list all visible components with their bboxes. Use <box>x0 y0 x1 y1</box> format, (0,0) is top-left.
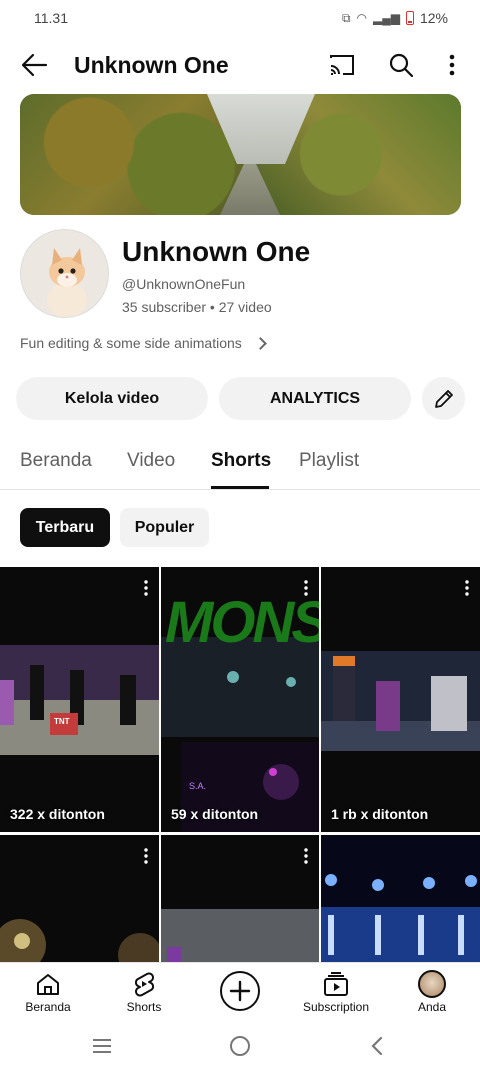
filter-chip-popular[interactable]: Populer <box>120 508 209 547</box>
channel-handle: @UnknownOneFun <box>122 276 246 292</box>
thumbnail-title-text: MONSTE <box>165 590 319 655</box>
manage-videos-button[interactable]: Kelola video <box>16 377 208 420</box>
recent-apps-icon[interactable] <box>90 1034 114 1058</box>
nav-home-label: Beranda <box>25 1000 71 1014</box>
short-view-count: 1 rb x ditonton <box>331 806 429 822</box>
channel-description-text: Fun editing & some side animations <box>20 335 242 351</box>
nav-shorts[interactable]: Shorts <box>96 963 192 1021</box>
short-item[interactable]: 1 rb x ditonton <box>321 567 480 832</box>
channel-tabs: Beranda Video Shorts Playlist <box>0 440 480 490</box>
more-vert-icon[interactable] <box>444 52 460 78</box>
subscriptions-icon <box>324 972 348 996</box>
create-button[interactable] <box>220 971 260 1011</box>
search-icon[interactable] <box>388 52 414 78</box>
active-tab-indicator <box>211 486 269 489</box>
channel-avatar[interactable] <box>20 229 109 318</box>
short-thumbnail <box>0 645 159 755</box>
short-view-count: 322 x ditonton <box>10 806 105 822</box>
home-icon <box>37 974 59 995</box>
short-thumbnail <box>161 909 319 963</box>
cast-icon[interactable] <box>328 52 356 78</box>
tab-beranda[interactable]: Beranda <box>20 450 92 472</box>
thumbnail-badge: S.A. <box>189 781 207 791</box>
channel-banner <box>20 94 461 215</box>
nav-subscriptions-label: Subscription <box>302 1000 370 1014</box>
tab-video[interactable]: Video <box>127 450 175 472</box>
channel-description[interactable]: Fun editing & some side animations <box>20 335 267 351</box>
more-vert-icon[interactable] <box>303 579 309 597</box>
status-bar: 11.31 ⧉ ◠ ▂▄▆ 12% <box>0 0 480 36</box>
nav-you[interactable]: Anda <box>384 963 480 1021</box>
shorts-grid: TNT 322 x ditonton MONSTE S.A. 59 x dito… <box>0 567 480 963</box>
wifi-icon: ◠ <box>356 11 367 25</box>
top-app-bar: Unknown One <box>0 40 480 90</box>
short-item[interactable] <box>321 835 480 963</box>
short-item[interactable] <box>161 835 319 963</box>
short-item[interactable]: MONSTE S.A. 59 x ditonton <box>161 567 319 832</box>
chevron-right-icon <box>253 336 267 350</box>
status-time: 11.31 <box>34 10 68 26</box>
cat-avatar-image <box>21 230 108 317</box>
thumbnail-label: TNT <box>54 717 70 726</box>
back-arrow-icon[interactable] <box>20 52 48 78</box>
battery-icon <box>405 11 414 25</box>
short-view-count: 59 x ditonton <box>171 806 259 822</box>
bottom-navigation: Beranda Shorts Subscription Anda <box>0 962 480 1020</box>
more-vert-icon[interactable] <box>143 579 149 597</box>
status-icons: ⧉ ◠ ▂▄▆ 12% <box>342 10 448 26</box>
short-thumbnail <box>0 875 159 963</box>
vibrate-icon: ⧉ <box>341 10 351 25</box>
analytics-button[interactable]: ANALYTICS <box>219 377 411 420</box>
battery-level: 12% <box>419 10 448 26</box>
tab-playlist[interactable]: Playlist <box>299 450 359 472</box>
signal-icon: ▂▄▆ <box>373 11 400 25</box>
system-back-icon[interactable] <box>366 1034 390 1058</box>
short-item[interactable]: TNT 322 x ditonton <box>0 567 159 832</box>
account-avatar <box>418 970 446 998</box>
home-circle-icon[interactable] <box>228 1034 252 1058</box>
short-thumbnail <box>321 651 480 751</box>
tab-shorts[interactable]: Shorts <box>211 450 271 472</box>
plus-icon <box>229 980 251 1002</box>
channel-name: Unknown One <box>122 236 311 267</box>
nav-you-label: Anda <box>417 1000 447 1014</box>
more-vert-icon[interactable] <box>303 847 309 865</box>
short-thumbnail <box>321 835 480 963</box>
short-item[interactable] <box>0 835 159 963</box>
more-vert-icon[interactable] <box>464 579 470 597</box>
nav-shorts-label: Shorts <box>126 1000 162 1014</box>
shorts-icon <box>134 972 155 997</box>
page-title: Unknown One <box>74 52 229 78</box>
nav-home[interactable]: Beranda <box>0 963 96 1021</box>
pencil-icon <box>434 389 453 408</box>
edit-channel-button[interactable] <box>422 377 465 420</box>
nav-subscriptions[interactable]: Subscription <box>288 963 384 1021</box>
system-navigation-bar <box>0 1020 480 1072</box>
avatar-icon <box>418 970 446 998</box>
filter-chip-latest[interactable]: Terbaru <box>20 508 110 547</box>
channel-stats: 35 subscriber • 27 video <box>122 299 272 315</box>
more-vert-icon[interactable] <box>143 847 149 865</box>
